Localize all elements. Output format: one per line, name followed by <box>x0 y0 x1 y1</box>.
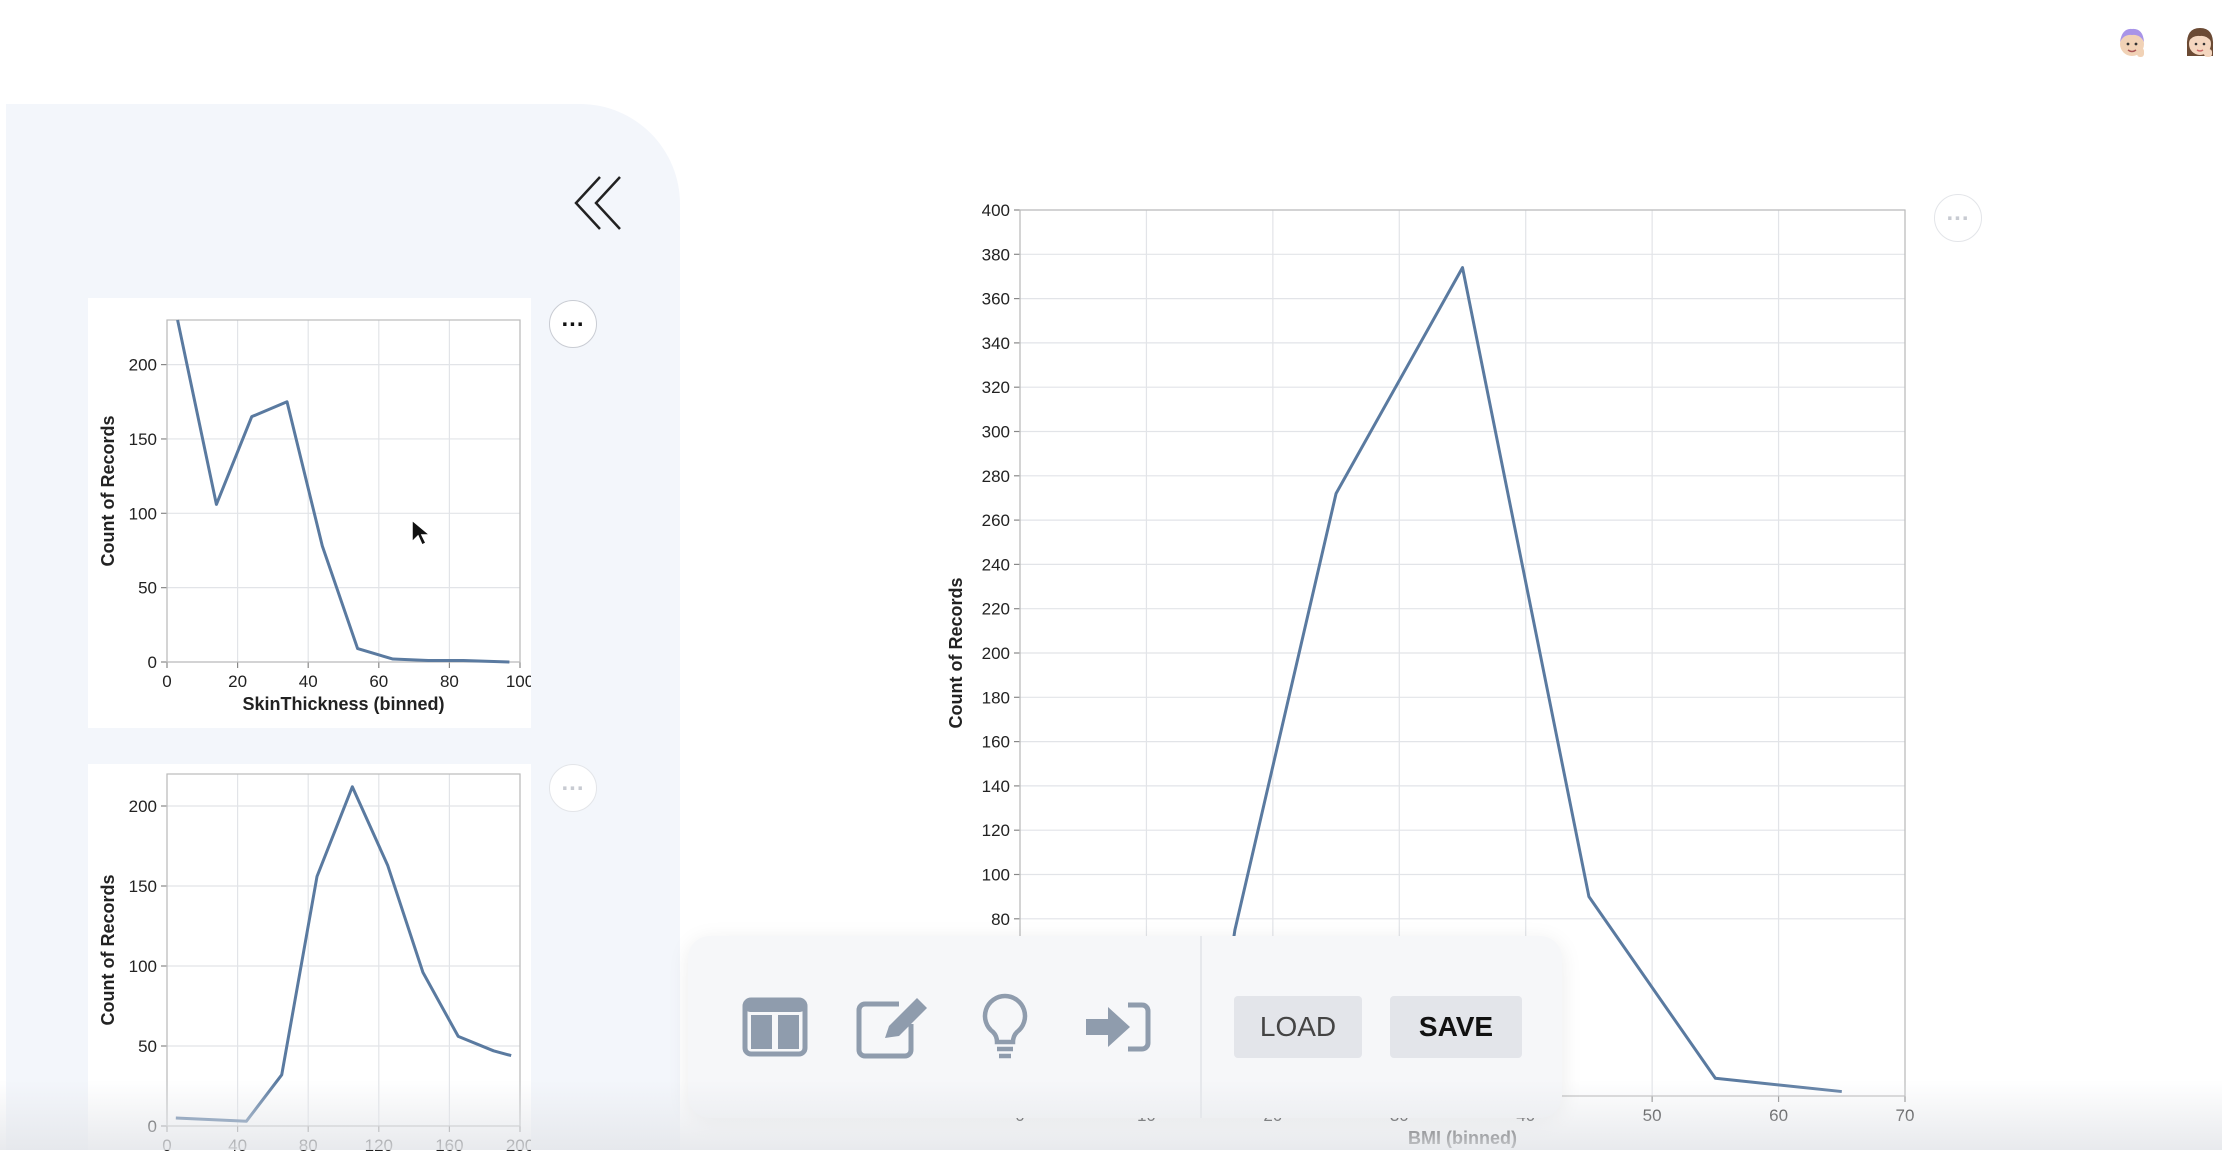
y-tick-label: 320 <box>982 378 1010 397</box>
y-tick-label: 120 <box>982 821 1010 840</box>
chart-more-button[interactable]: ... <box>549 300 597 348</box>
more-dots-icon: ... <box>1946 199 1970 226</box>
double-chevron-left-icon <box>574 176 621 230</box>
y-axis-label: Count of Records <box>946 578 966 729</box>
y-tick-label: 240 <box>982 555 1010 574</box>
chart-more-button[interactable]: ... <box>1934 194 1982 242</box>
y-tick-label: 50 <box>138 579 157 598</box>
x-tick-label: 80 <box>440 672 459 691</box>
y-tick-label: 280 <box>982 467 1010 486</box>
y-tick-label: 80 <box>991 910 1010 929</box>
chart-more-button[interactable]: ... <box>549 764 597 812</box>
y-tick-label: 200 <box>982 644 1010 663</box>
y-axis-label: Count of Records <box>98 416 118 567</box>
y-tick-label: 200 <box>129 797 157 816</box>
y-tick-label: 0 <box>148 1117 157 1136</box>
layout-columns-button[interactable] <box>730 982 820 1072</box>
x-tick-label: 0 <box>162 1136 171 1155</box>
y-tick-label: 150 <box>129 877 157 896</box>
y-tick-label: 150 <box>129 430 157 449</box>
y-tick-label: 180 <box>982 688 1010 707</box>
edit-button[interactable] <box>848 982 938 1072</box>
y-tick-label: 160 <box>982 733 1010 752</box>
y-tick-label: 100 <box>129 957 157 976</box>
y-tick-label: 400 <box>982 201 1010 220</box>
x-axis-label: SkinThickness (binned) <box>242 694 444 714</box>
load-button[interactable]: LOAD <box>1234 996 1362 1058</box>
x-axis-label: BMI (binned) <box>1408 1128 1517 1148</box>
y-tick-label: 100 <box>129 504 157 523</box>
login-arrow-icon <box>1086 1002 1151 1052</box>
x-tick-label: 160 <box>435 1136 463 1155</box>
x-tick-label: 70 <box>1896 1106 1915 1125</box>
x-tick-label: 100 <box>506 672 531 691</box>
glucose-line-chart: 0 50 100 150 200 0 40 80 120 160 200 Count of Recor… <box>98 773 534 1155</box>
x-tick-label: 120 <box>365 1136 393 1155</box>
skinthickness-chart-card[interactable]: 0 50 100 150 200 0 20 40 60 80 100 SkinThickness (b… <box>88 298 534 728</box>
x-tick-label: 60 <box>369 672 388 691</box>
y-tick-label: 360 <box>982 290 1010 309</box>
plot-frame <box>166 773 521 1127</box>
y-tick-label: 220 <box>982 600 1010 619</box>
more-dots-icon: ... <box>561 305 585 332</box>
y-tick-label: 100 <box>982 865 1010 884</box>
x-tick-label: 0 <box>162 672 171 691</box>
hint-button[interactable] <box>960 982 1050 1072</box>
login-button[interactable] <box>1072 982 1162 1072</box>
layout-columns-icon <box>742 997 808 1057</box>
collapse-panel-button[interactable] <box>568 168 628 238</box>
x-tick-label: 50 <box>1643 1106 1662 1125</box>
more-dots-icon: ... <box>561 769 585 796</box>
mouse-cursor-icon <box>411 518 432 547</box>
toolbar-divider <box>1200 936 1202 1118</box>
bottom-toolbar: LOAD SAVE <box>688 936 1562 1118</box>
edit-pencil-icon <box>856 998 927 1059</box>
lightbulb-icon <box>982 993 1028 1059</box>
save-button[interactable]: SAVE <box>1390 996 1522 1058</box>
y-tick-label: 0 <box>148 653 157 672</box>
x-tick-label: 80 <box>299 1136 318 1155</box>
avatar[interactable] <box>2112 22 2152 62</box>
y-tick-label: 300 <box>982 422 1010 441</box>
x-tick-label: 60 <box>1769 1106 1788 1125</box>
x-tick-label: 200 <box>506 1136 531 1155</box>
avatar-memoji-purple-hair-icon <box>2120 28 2144 57</box>
series-line <box>175 785 512 1123</box>
y-axis-label: Count of Records <box>98 875 118 1026</box>
skinthickness-line-chart: 0 50 100 150 200 0 20 40 60 80 100 SkinThickness (b… <box>98 319 534 714</box>
y-tick-label: 140 <box>982 777 1010 796</box>
y-tick-label: 200 <box>129 356 157 375</box>
y-tick-label: 340 <box>982 334 1010 353</box>
series-line <box>176 319 510 664</box>
avatar-memoji-brown-hair-icon <box>2186 28 2214 57</box>
avatar[interactable] <box>2180 22 2220 62</box>
glucose-chart-card[interactable]: 0 50 100 150 200 0 40 80 120 160 200 Count of Recor… <box>88 764 534 1164</box>
x-tick-label: 40 <box>228 1136 247 1155</box>
y-tick-label: 260 <box>982 511 1010 530</box>
y-tick-label: 380 <box>982 245 1010 264</box>
x-tick-label: 40 <box>299 672 318 691</box>
y-tick-label: 50 <box>138 1037 157 1056</box>
x-tick-label: 20 <box>228 672 247 691</box>
